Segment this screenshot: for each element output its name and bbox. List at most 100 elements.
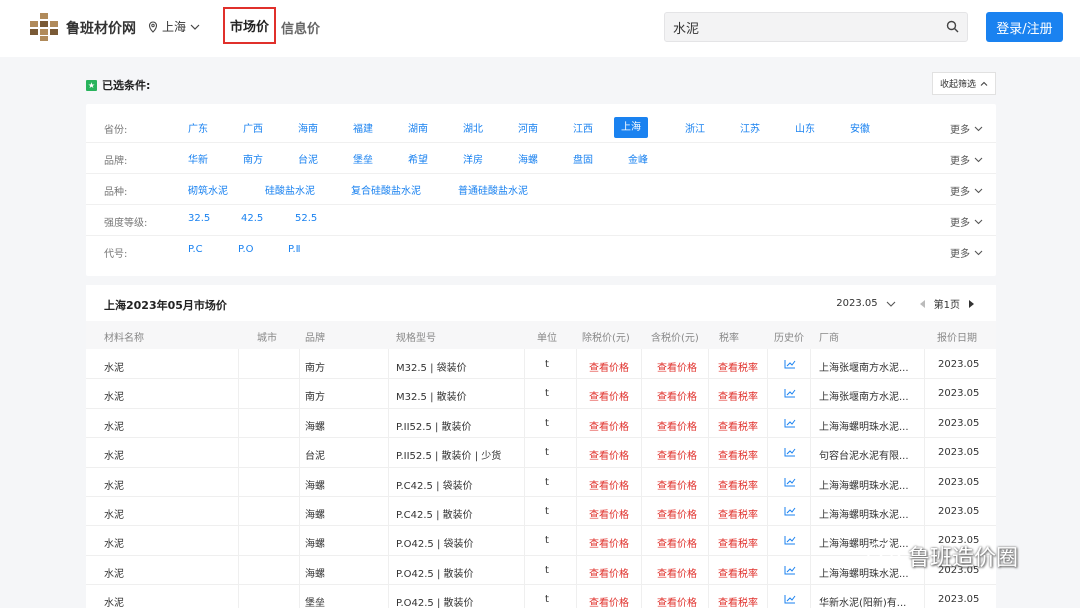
view-price-ex-tax-link[interactable]: 查看价格 [589,447,629,462]
vendor-cell[interactable]: 句容台泥水泥有限... [819,447,909,462]
filter-option[interactable]: 堡垒 [353,151,373,166]
filter-option[interactable]: 硅酸盐水泥 [265,182,315,197]
filter-option[interactable]: 海南 [298,120,318,135]
collapse-filter-button[interactable]: 收起筛选 [932,72,996,95]
history-price-button[interactable] [784,535,796,548]
view-tax-rate-link[interactable]: 查看税率 [718,359,758,374]
nav-info-price[interactable]: 信息价 [281,18,320,37]
caret-right-icon[interactable] [968,299,974,308]
view-price-inc-tax-link[interactable]: 查看价格 [657,418,697,433]
view-price-inc-tax-link[interactable]: 查看价格 [657,565,697,580]
table-row[interactable]: 水泥 海螺 P.II52.5 | 散装价 t 查看价格 查看价格 查看税率 上海海螺明珠水泥.… [86,409,996,439]
view-price-ex-tax-link[interactable]: 查看价格 [589,477,629,492]
filter-option[interactable]: 复合硅酸盐水泥 [351,182,421,197]
filter-more-button[interactable]: 更多 [950,183,983,198]
vendor-cell[interactable]: 上海海螺明珠水泥... [819,477,909,492]
filter-option[interactable]: 洋房 [463,151,483,166]
filter-option[interactable]: 砌筑水泥 [188,182,228,197]
filter-option[interactable]: 海螺 [518,151,538,166]
view-tax-rate-link[interactable]: 查看税率 [718,594,758,608]
view-price-ex-tax-link[interactable]: 查看价格 [589,359,629,374]
history-price-button[interactable] [784,477,796,490]
view-tax-rate-link[interactable]: 查看税率 [718,388,758,403]
view-price-ex-tax-link[interactable]: 查看价格 [589,594,629,608]
nav-market-price[interactable]: 市场价 [223,7,276,44]
filter-option[interactable]: 上海 [614,117,648,138]
view-price-ex-tax-link[interactable]: 查看价格 [589,565,629,580]
filter-option[interactable]: 广西 [243,120,263,135]
view-price-ex-tax-link[interactable]: 查看价格 [589,388,629,403]
view-price-inc-tax-link[interactable]: 查看价格 [657,388,697,403]
filter-option[interactable]: 华新 [188,151,208,166]
view-tax-rate-link[interactable]: 查看税率 [718,418,758,433]
filter-option[interactable]: 希望 [408,151,428,166]
table-row[interactable]: 水泥 海螺 P.O42.5 | 散装价 t 查看价格 查看价格 查看税率 上海海螺明珠水泥..… [86,556,996,586]
filter-option[interactable]: P.Ⅱ [288,244,301,255]
filter-option[interactable]: 42.5 [241,213,263,224]
table-row[interactable]: 水泥 海螺 P.C42.5 | 散装价 t 查看价格 查看价格 查看税率 上海海螺明珠水泥..… [86,497,996,527]
view-price-inc-tax-link[interactable]: 查看价格 [657,506,697,521]
view-price-inc-tax-link[interactable]: 查看价格 [657,359,697,374]
filter-option[interactable]: 浙江 [685,120,705,135]
search-icon[interactable] [946,20,959,33]
filter-more-button[interactable]: 更多 [950,214,983,229]
view-price-inc-tax-link[interactable]: 查看价格 [657,535,697,550]
filter-option[interactable]: 湖北 [463,120,483,135]
filter-option[interactable]: 河南 [518,120,538,135]
table-row[interactable]: 水泥 台泥 P.II52.5 | 散装价 | 少货 t 查看价格 查看价格 查看税率 句容台泥… [86,438,996,468]
filter-option[interactable]: 台泥 [298,151,318,166]
chevron-down-icon[interactable] [886,301,896,307]
filter-more-button[interactable]: 更多 [950,245,983,260]
filter-option[interactable]: 普通硅酸盐水泥 [458,182,528,197]
history-price-button[interactable] [784,447,796,460]
vendor-cell[interactable]: 上海海螺明珠水泥... [819,506,909,521]
city-selector[interactable]: 上海 [148,18,200,35]
view-tax-rate-link[interactable]: 查看税率 [718,565,758,580]
view-price-inc-tax-link[interactable]: 查看价格 [657,594,697,608]
filter-option[interactable]: P.O [238,244,254,255]
filter-option[interactable]: 江西 [573,120,593,135]
filter-more-button[interactable]: 更多 [950,152,983,167]
view-tax-rate-link[interactable]: 查看税率 [718,447,758,462]
site-logo-icon[interactable] [30,13,58,41]
vendor-cell[interactable]: 华新水泥(阳新)有... [819,594,906,608]
site-name[interactable]: 鲁班材价网 [66,18,136,38]
filter-option[interactable]: P.C [188,244,203,255]
table-row[interactable]: 水泥 南方 M32.5 | 袋装价 t 查看价格 查看价格 查看税率 上海张堰南方水泥... 2… [86,350,996,380]
filter-option[interactable]: 52.5 [295,213,317,224]
filter-option[interactable]: 南方 [243,151,263,166]
period-selector[interactable]: 2023.05 [836,298,877,309]
filter-option[interactable]: 江苏 [740,120,760,135]
vendor-cell[interactable]: 上海张堰南方水泥... [819,359,909,374]
filter-option[interactable]: 湖南 [408,120,428,135]
history-price-button[interactable] [784,359,796,372]
filter-option[interactable]: 安徽 [850,120,870,135]
table-row[interactable]: 水泥 海螺 P.C42.5 | 袋装价 t 查看价格 查看价格 查看税率 上海海螺明珠水泥..… [86,468,996,497]
view-tax-rate-link[interactable]: 查看税率 [718,506,758,521]
history-price-button[interactable] [784,388,796,401]
view-price-ex-tax-link[interactable]: 查看价格 [589,418,629,433]
view-price-inc-tax-link[interactable]: 查看价格 [657,447,697,462]
view-price-inc-tax-link[interactable]: 查看价格 [657,477,697,492]
view-price-ex-tax-link[interactable]: 查看价格 [589,506,629,521]
table-row[interactable]: 水泥 南方 M32.5 | 散装价 t 查看价格 查看价格 查看税率 上海张堰南方水泥... 2… [86,379,996,409]
caret-left-icon[interactable] [919,299,926,308]
search-input[interactable]: 水泥 [664,12,968,42]
filter-option[interactable]: 盘固 [573,151,593,166]
filter-option[interactable]: 32.5 [188,213,210,224]
login-register-button[interactable]: 登录/注册 [986,12,1063,42]
filter-option[interactable]: 山东 [795,120,815,135]
filter-option[interactable]: 福建 [353,120,373,135]
history-price-button[interactable] [784,418,796,431]
history-price-button[interactable] [784,565,796,578]
table-row[interactable]: 水泥 海螺 P.O42.5 | 袋装价 t 查看价格 查看价格 查看税率 上海海螺明珠水泥..… [86,526,996,556]
filter-option[interactable]: 广东 [188,120,208,135]
vendor-cell[interactable]: 上海海螺明珠水泥... [819,418,909,433]
view-tax-rate-link[interactable]: 查看税率 [718,535,758,550]
view-price-ex-tax-link[interactable]: 查看价格 [589,535,629,550]
view-tax-rate-link[interactable]: 查看税率 [718,477,758,492]
table-row[interactable]: 水泥 堡垒 P.O42.5 | 散装价 t 查看价格 查看价格 查看税率 华新水泥(阳新)有.… [86,585,996,608]
filter-more-button[interactable]: 更多 [950,121,983,136]
history-price-button[interactable] [784,594,796,607]
history-price-button[interactable] [784,506,796,519]
